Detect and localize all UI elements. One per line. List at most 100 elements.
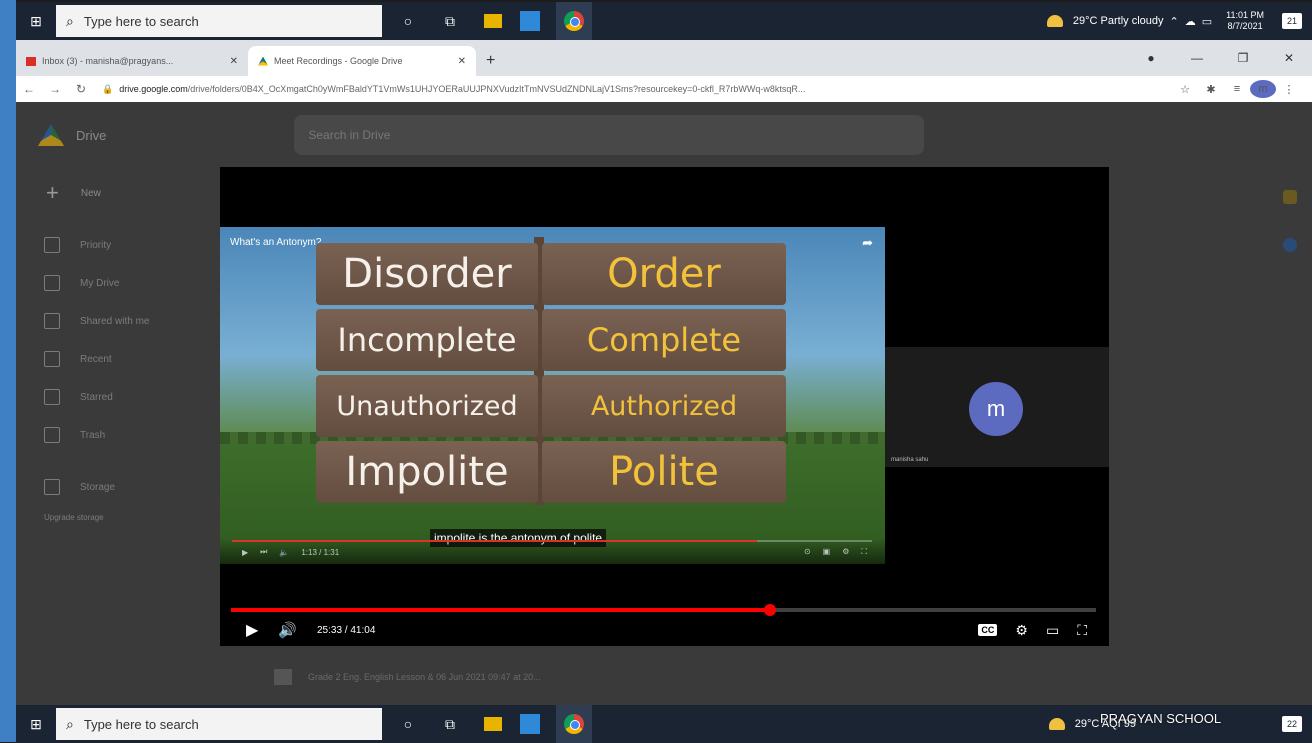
sidebar-label: Recent	[80, 353, 112, 365]
word-left-3: Unauthorized	[316, 375, 538, 437]
minimize-icon[interactable]: —	[1174, 51, 1220, 65]
word-right-2: Complete	[542, 309, 786, 371]
reload-icon[interactable]: ↻	[68, 82, 94, 96]
sidebar-label: Priority	[80, 239, 112, 251]
profile-avatar[interactable]: m	[1250, 80, 1276, 98]
embedded-player-controls: ▶ ⏭ 🔈 1:13 / 1:31 ⊙ ▣ ⚙ ⛶	[220, 538, 885, 564]
fullscreen-icon[interactable]: ⛶	[1077, 622, 1087, 639]
embedded-cc-icon: ▣	[822, 547, 831, 556]
shared-screen-video[interactable]: What's an Antonym? ➦ Disorder Order Inco…	[220, 227, 885, 564]
bookmark-star-icon[interactable]: ☆	[1172, 83, 1198, 96]
file-explorer-icon[interactable]	[484, 717, 502, 731]
play-icon[interactable]: ▶	[246, 620, 258, 640]
address-bar: ← → ↻ 🔒 drive.google.com/drive/folders/0…	[16, 76, 1312, 102]
cloud-icon	[44, 479, 60, 495]
word-left-1: Disorder	[316, 243, 538, 305]
chrome-icon	[564, 714, 584, 734]
store-icon[interactable]	[520, 714, 540, 734]
sidebar-item-trash[interactable]: Trash	[16, 416, 236, 454]
tab-drive[interactable]: Meet Recordings - Google Drive ✕	[248, 46, 476, 76]
tab-gmail[interactable]: Inbox (3) - manisha@pragyans... ✕	[16, 46, 248, 76]
school-watermark: PRAGYAN SCHOOL	[1100, 711, 1222, 726]
close-tab-icon[interactable]: ✕	[230, 56, 238, 67]
taskbar-search-box[interactable]: ⌕ Type here to search	[56, 5, 382, 37]
sidebar-item-recent[interactable]: Recent	[16, 340, 236, 378]
restore-icon[interactable]: ❐	[1220, 51, 1266, 65]
profile-wrapper: m	[1250, 80, 1276, 98]
embedded-control-row: ▶ ⏭ 🔈 1:13 / 1:31 ⊙ ▣ ⚙ ⛶	[242, 547, 867, 557]
new-tab-button[interactable]: +	[486, 52, 495, 70]
drive-logo	[38, 124, 64, 146]
gmail-icon	[26, 56, 36, 66]
word-right-3: Authorized	[542, 375, 786, 437]
forward-icon[interactable]: →	[42, 82, 68, 96]
drive-search-box[interactable]: Search in Drive	[294, 115, 925, 155]
battery-icon[interactable]: ▭	[1202, 15, 1212, 28]
weather-icon[interactable]	[1046, 15, 1063, 27]
tasks-icon[interactable]	[1283, 238, 1297, 252]
notification-center-icon[interactable]: 21	[1282, 13, 1302, 29]
extensions-icon[interactable]: ✱	[1198, 83, 1224, 96]
store-icon[interactable]	[520, 11, 540, 31]
sidebar-item-starred[interactable]: Starred	[16, 378, 236, 416]
taskbar-search-placeholder: Type here to search	[83, 716, 199, 732]
weather-icon[interactable]	[1048, 718, 1065, 730]
sidebar-item-priority[interactable]: Priority	[16, 226, 236, 264]
lock-icon[interactable]: 🔒	[102, 84, 113, 95]
player-progress-fill	[231, 608, 770, 612]
participant-avatar: m	[969, 382, 1023, 436]
settings-gear-icon[interactable]: ⚙	[1015, 622, 1028, 639]
new-label: New	[80, 187, 101, 199]
close-tab-icon[interactable]: ✕	[458, 56, 466, 67]
recording-player[interactable]: What's an Antonym? ➦ Disorder Order Inco…	[220, 167, 1109, 646]
back-icon[interactable]: ←	[16, 82, 42, 96]
file-explorer-icon[interactable]	[484, 14, 502, 28]
volume-icon[interactable]: 🔊	[278, 621, 297, 639]
embedded-time: 1:13 / 1:31	[301, 547, 340, 557]
cortana-icon[interactable]: ○	[392, 5, 424, 37]
participant-tile: m manisha sahu	[885, 347, 1109, 467]
menu-kebab-icon[interactable]: ⋮	[1276, 83, 1302, 96]
chrome-taskbar-icon[interactable]	[556, 2, 592, 40]
my-drive-icon	[44, 275, 60, 291]
windows-start-icon[interactable]: ⊞	[16, 2, 56, 40]
sidebar-label: Shared with me	[80, 315, 150, 327]
weather-text[interactable]: 29°C Partly cloudy	[1073, 15, 1164, 27]
sidebar-item-shared[interactable]: Shared with me	[16, 302, 236, 340]
url-field[interactable]: 🔒 drive.google.com/drive/folders/0B4X_Oc…	[94, 79, 1172, 99]
file-row[interactable]: Grade 2 Eng. English Lesson & 06 Jun 202…	[274, 668, 1054, 686]
reading-list-icon[interactable]: ≡	[1224, 83, 1250, 95]
tab-label: Meet Recordings - Google Drive	[274, 56, 403, 66]
embedded-right-controls: ⊙ ▣ ⚙ ⛶	[792, 547, 867, 557]
clock[interactable]: 11:01 PM 8/7/2021	[1226, 10, 1264, 32]
onedrive-icon[interactable]: ☁	[1185, 15, 1196, 28]
tray-chevron-icon[interactable]: ⌃	[1170, 15, 1179, 28]
drive-new-button[interactable]: + New	[16, 168, 236, 218]
profile-dot-icon[interactable]: ●	[1128, 51, 1174, 65]
taskbar-top: ⊞ ⌕ Type here to search ○ ⧉ 29°C Partly …	[16, 2, 1312, 40]
keep-icon[interactable]	[1283, 190, 1297, 204]
chrome-icon	[564, 11, 584, 31]
embedded-next-icon: ⏭	[260, 547, 268, 556]
chrome-taskbar-icon[interactable]	[556, 705, 592, 743]
notification-center-icon[interactable]: 22	[1282, 716, 1302, 732]
captions-icon[interactable]: CC	[978, 624, 998, 636]
taskbar-search-placeholder: Type here to search	[83, 13, 199, 29]
sidebar-label: Storage	[80, 481, 116, 493]
embedded-fullscreen-icon: ⛶	[861, 547, 867, 556]
search-icon: ⌕	[66, 715, 74, 732]
miniplayer-icon[interactable]: ▭	[1046, 622, 1059, 639]
sidebar-item-my-drive[interactable]: My Drive	[16, 264, 236, 302]
windows-start-icon[interactable]: ⊞	[16, 705, 56, 743]
taskbar-search-box[interactable]: ⌕ Type here to search	[56, 708, 382, 740]
drive-sidebar: + New Priority My Drive Shared with me R…	[16, 168, 236, 528]
cortana-icon[interactable]: ○	[392, 708, 424, 740]
player-progress-bar[interactable]	[231, 604, 1096, 616]
sidebar-item-storage[interactable]: Storage	[16, 468, 236, 506]
search-icon: ⌕	[66, 12, 74, 29]
close-window-icon[interactable]: ✕	[1266, 51, 1312, 65]
task-view-icon[interactable]: ⧉	[434, 708, 466, 740]
star-icon	[44, 389, 60, 405]
task-view-icon[interactable]: ⧉	[434, 5, 466, 37]
system-tray: 29°C Partly cloudy ⌃ ☁ ▭ 11:01 PM 8/7/20…	[1046, 10, 1312, 32]
